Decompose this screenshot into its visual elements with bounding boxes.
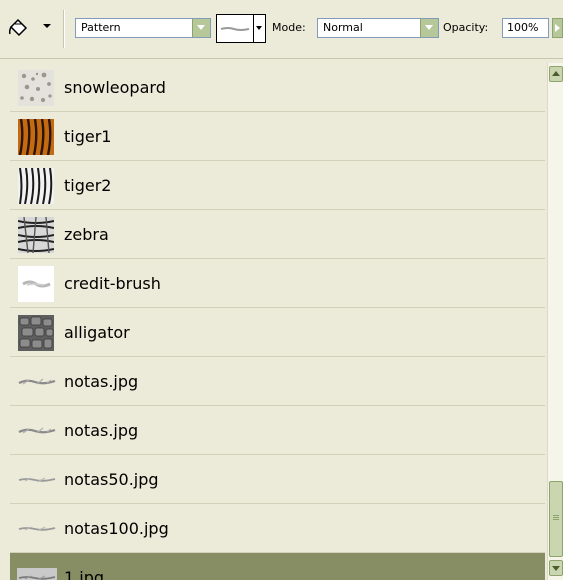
list-item[interactable]: notas100.jpg [10,504,545,553]
list-item[interactable]: tiger2 [10,161,545,210]
scroll-up-icon[interactable] [549,66,563,82]
scroll-down-icon[interactable] [549,560,563,576]
snowleopard-pattern-thumbnail [18,70,54,106]
preset-label: tiger2 [64,176,112,195]
list-item[interactable]: zebra [10,210,545,259]
tiger1-pattern-thumbnail [18,119,54,155]
separator [63,10,64,48]
preset-label: snowleopard [64,78,166,97]
list-item[interactable]: tiger1 [10,112,545,161]
preset-label: alligator [64,323,130,342]
list-item[interactable]: notas.jpg [10,406,545,455]
1jpg-brush-thumbnail [17,568,57,580]
preset-label: zebra [64,225,109,244]
fill-source-value: Pattern [81,21,121,34]
mode-label: Mode: [272,21,306,34]
paint-bucket-icon[interactable] [7,16,31,40]
chevron-down-icon[interactable] [420,19,438,37]
notas-brush-thumbnail [18,427,56,434]
list-item-selected[interactable]: 1.jpg [10,553,545,580]
preset-label: credit-brush [64,274,161,293]
notas100-brush-thumbnail [18,526,56,531]
opacity-label: Opacity: [443,21,489,34]
credit-brush-thumbnail [18,266,54,302]
list-item[interactable]: snowleopard [10,63,545,112]
chevron-down-icon[interactable] [192,19,210,37]
opacity-slider-arrow-icon[interactable] [552,18,563,38]
list-item[interactable]: notas.jpg [10,357,545,406]
alligator-pattern-thumbnail [18,315,54,351]
opacity-input[interactable]: 100% [502,18,549,38]
blend-mode-select[interactable]: Normal [317,18,439,38]
preset-list: snowleopard tiger1 tiger2 zebra credit-b… [10,63,545,580]
tool-preset-dropdown-icon[interactable] [43,24,51,28]
notas-brush-thumbnail [18,378,56,385]
brush-picker-dropdown-icon[interactable] [254,14,266,43]
scrollbar-thumb[interactable] [549,481,563,557]
list-item[interactable]: credit-brush [10,259,545,308]
blend-mode-value: Normal [323,21,363,34]
brush-preview[interactable] [216,14,254,43]
notas50-brush-thumbnail [18,477,56,482]
tool-options-bar: Pattern Mode: Normal Opacity: 100% [0,0,563,59]
brush-stroke-icon [220,27,250,31]
list-item[interactable]: notas50.jpg [10,455,545,504]
preset-label: 1.jpg [64,568,105,580]
preset-label: notas100.jpg [64,519,169,538]
preset-label: notas50.jpg [64,470,159,489]
preset-label: notas.jpg [64,372,139,391]
tiger2-pattern-thumbnail [18,168,54,204]
fill-source-select[interactable]: Pattern [75,18,211,38]
zebra-pattern-thumbnail [18,217,54,253]
vertical-scrollbar[interactable] [547,63,563,580]
preset-label: tiger1 [64,127,112,146]
preset-label: notas.jpg [64,421,139,440]
list-item[interactable]: alligator [10,308,545,357]
